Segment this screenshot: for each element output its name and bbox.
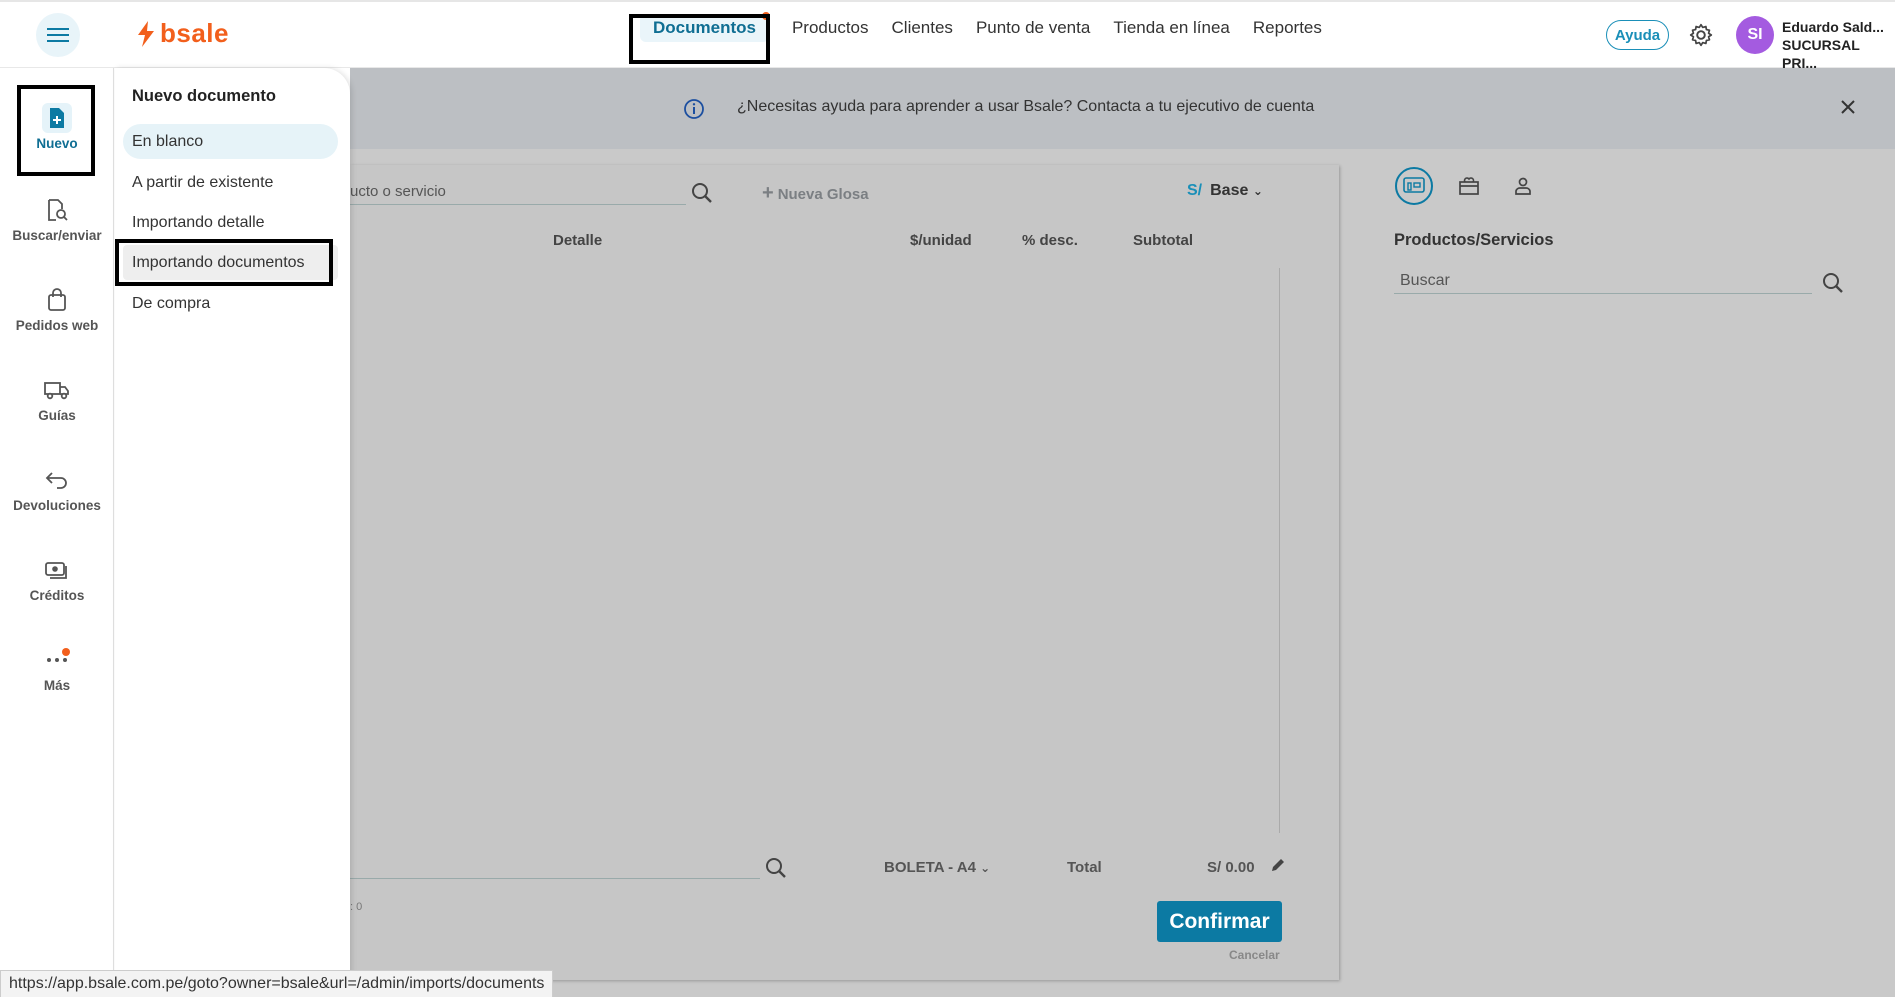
products-grid-icon xyxy=(1403,177,1425,193)
menu-toggle-button[interactable] xyxy=(36,13,80,57)
new-glosa-button[interactable]: + Nueva Glosa xyxy=(762,182,869,205)
total-label: Total xyxy=(1067,859,1102,876)
sidebar-item-pedidos-web[interactable]: Pedidos web xyxy=(0,286,114,333)
menu-item-en-blanco[interactable]: En blanco xyxy=(123,124,338,159)
help-button[interactable]: Ayuda xyxy=(1606,20,1669,50)
products-search-input[interactable] xyxy=(1394,270,1812,294)
document-type-select[interactable]: BOLETA - A4 ⌄ xyxy=(884,859,990,876)
shopping-bag-icon xyxy=(48,288,66,311)
search-icon xyxy=(1823,273,1843,293)
column-header-unit-price: $/unidad xyxy=(910,232,972,249)
product-search-input[interactable]: ucto o servicio xyxy=(350,183,686,205)
bsale-logo-icon xyxy=(138,20,154,47)
client-search-button[interactable] xyxy=(764,856,788,885)
sidebar-item-buscar-enviar[interactable]: Buscar/enviar xyxy=(0,196,114,243)
search-placeholder: ucto o servicio xyxy=(350,183,446,200)
info-icon xyxy=(684,99,704,119)
sidebar-item-guias[interactable]: Guías xyxy=(0,376,114,423)
products-search-button[interactable] xyxy=(1821,271,1845,300)
confirm-button[interactable]: Confirmar xyxy=(1157,901,1282,942)
table-scrollbar[interactable] xyxy=(1279,268,1280,833)
sidebar-item-label: Créditos xyxy=(29,588,85,603)
nav-reportes[interactable]: Reportes xyxy=(1253,18,1322,42)
price-list-select[interactable]: S/Base ⌄ xyxy=(1187,182,1263,200)
highlight-box-nuevo xyxy=(17,85,95,176)
sidebar-item-label: Buscar/enviar xyxy=(12,228,102,243)
cancel-button[interactable]: Cancelar xyxy=(1229,948,1280,962)
link-status-url: https://app.bsale.com.pe/goto?owner=bsal… xyxy=(0,970,554,997)
column-header-discount: % desc. xyxy=(1022,232,1078,249)
branch-name: SUCURSAL PRI... xyxy=(1782,37,1860,71)
search-icon xyxy=(766,858,786,878)
tab-customer[interactable] xyxy=(1504,167,1542,205)
search-icon xyxy=(692,183,712,203)
hamburger-icon xyxy=(47,28,69,42)
highlight-box-importando-documentos xyxy=(115,239,333,286)
nav-punto-de-venta[interactable]: Punto de venta xyxy=(976,18,1090,42)
new-glosa-label: Nueva Glosa xyxy=(777,186,869,203)
avatar[interactable]: SI xyxy=(1736,16,1774,54)
close-icon xyxy=(1841,100,1855,114)
nav-tienda-en-linea[interactable]: Tienda en línea xyxy=(1113,18,1230,42)
chevron-down-icon: ⌄ xyxy=(1252,184,1263,198)
highlight-box-documentos xyxy=(629,14,770,64)
new-document-menu: Nuevo documento En blanco A partir de ex… xyxy=(115,68,350,997)
client-search-input[interactable] xyxy=(350,878,760,879)
brand-logo[interactable]: bsale xyxy=(136,18,229,49)
price-list-value: Base xyxy=(1210,182,1249,199)
return-arrow-icon xyxy=(45,472,67,489)
brand-name: bsale xyxy=(160,18,229,48)
products-search-placeholder: Buscar xyxy=(1400,272,1450,289)
edit-total-button[interactable] xyxy=(1270,857,1286,878)
sidebar-item-label: Pedidos web xyxy=(15,318,99,333)
menu-title: Nuevo documento xyxy=(132,87,276,105)
gift-icon xyxy=(1459,177,1479,195)
more-dots-icon xyxy=(47,658,67,662)
sidebar: Nuevo Buscar/enviar Pedidos web Guías De… xyxy=(0,68,114,997)
sidebar-item-label: Más xyxy=(43,678,71,693)
total-value: S/ 0.00 xyxy=(1207,859,1255,876)
sidebar-item-devoluciones[interactable]: Devoluciones xyxy=(0,466,114,513)
menu-item-a-partir-de-existente[interactable]: A partir de existente xyxy=(123,165,338,200)
column-header-subtotal: Subtotal xyxy=(1133,232,1193,249)
menu-item-de-compra[interactable]: De compra xyxy=(123,286,338,321)
pencil-icon xyxy=(1272,859,1284,871)
sidebar-item-label: Devoluciones xyxy=(13,498,101,513)
nav-clientes[interactable]: Clientes xyxy=(892,18,953,42)
user-menu[interactable]: Eduardo Sald... SUCURSAL PRI... xyxy=(1782,18,1895,72)
document-type-value: BOLETA - A4 xyxy=(884,859,976,876)
product-search-button[interactable] xyxy=(690,181,714,210)
notification-dot xyxy=(62,648,70,656)
file-search-icon xyxy=(48,199,68,221)
gear-icon xyxy=(1689,23,1713,47)
sidebar-item-label: Guías xyxy=(38,408,76,423)
chevron-down-icon: ⌄ xyxy=(980,861,991,875)
tab-gifts[interactable] xyxy=(1450,167,1488,205)
banner-close-button[interactable] xyxy=(1838,97,1858,122)
nav-productos[interactable]: Productos xyxy=(792,18,869,42)
menu-item-importando-detalle[interactable]: Importando detalle xyxy=(123,205,338,240)
item-count: : 0 xyxy=(350,901,363,913)
banner-message: ¿Necesitas ayuda para aprender a usar Bs… xyxy=(737,98,1315,115)
sidebar-item-mas[interactable]: Más xyxy=(0,646,114,693)
banner-info xyxy=(683,98,705,125)
settings-button[interactable] xyxy=(1688,22,1714,53)
user-name: Eduardo Sald... xyxy=(1782,19,1884,35)
column-header-detalle: Detalle xyxy=(553,232,603,249)
products-panel-title: Productos/Servicios xyxy=(1394,231,1554,249)
truck-icon xyxy=(44,382,69,400)
sidebar-item-creditos[interactable]: Créditos xyxy=(0,556,114,603)
document-card xyxy=(350,165,1339,980)
currency-symbol: S/ xyxy=(1187,182,1203,199)
plus-icon: + xyxy=(762,182,774,204)
user-icon xyxy=(1515,177,1531,195)
money-icon xyxy=(45,562,67,579)
tab-products[interactable] xyxy=(1395,167,1433,205)
